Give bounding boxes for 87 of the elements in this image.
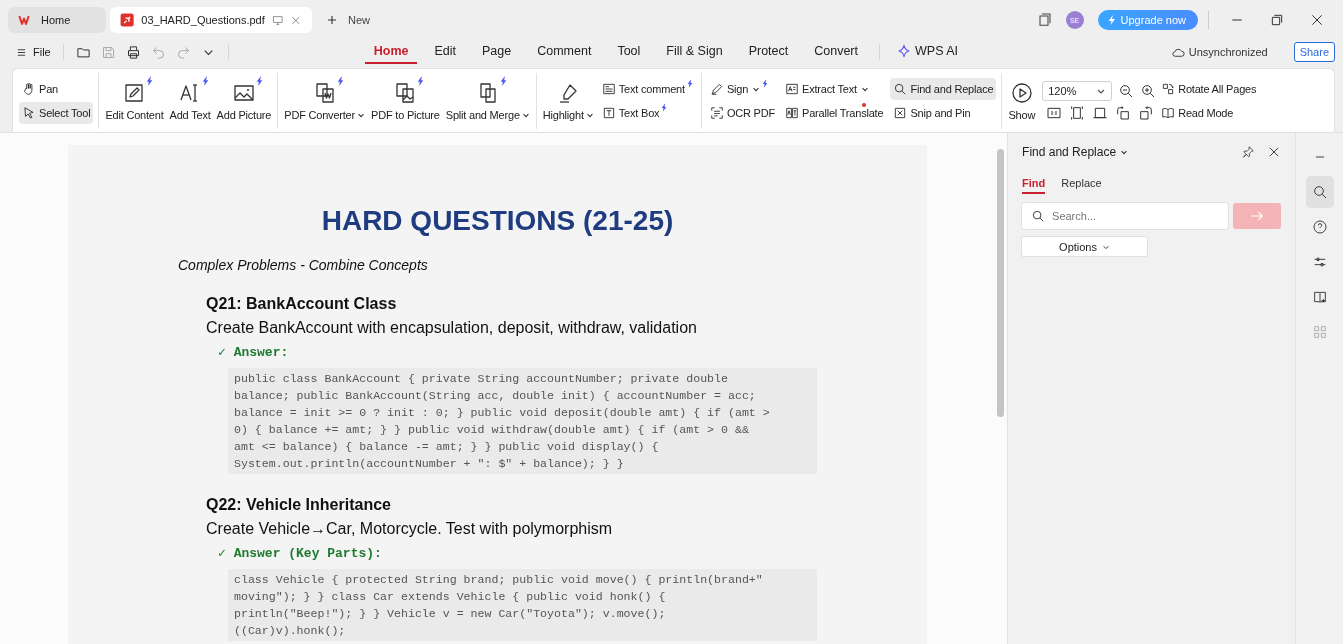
monitor-icon[interactable] xyxy=(271,13,284,27)
restore-icon[interactable] xyxy=(1269,12,1285,28)
ribbon-tab[interactable]: Fill & Sign xyxy=(657,40,732,64)
toolbar-button[interactable]: OCR PDF xyxy=(706,101,778,124)
ribbon-tab[interactable]: Protect xyxy=(739,40,798,64)
pin-icon[interactable] xyxy=(1241,145,1256,159)
ribbon-tab[interactable]: Home xyxy=(364,40,418,64)
panel-tab[interactable]: Find xyxy=(1022,177,1046,194)
toolbar-button[interactable]: PDF Converter xyxy=(281,72,368,129)
question-heading: Q22: Vehicle Inheritance xyxy=(206,496,392,514)
options-dropdown[interactable]: Options xyxy=(1022,237,1148,256)
cursor-icon xyxy=(22,105,36,120)
question-prompt: Create Vehicle→Car, Motorcycle. Test with polymorphism xyxy=(206,520,614,538)
window-tab[interactable]: Home xyxy=(8,7,106,33)
menu-icon xyxy=(16,46,27,58)
file-menu[interactable]: File xyxy=(12,44,55,60)
code-line: balance; public BankAccount(String acc, double init) { accountNumber = acc; xyxy=(234,388,757,404)
window-tab[interactable]: 03_HARD_Questions.pdf xyxy=(110,7,312,33)
ribbon-tab[interactable]: Convert xyxy=(805,40,867,64)
fit-page-icon[interactable] xyxy=(1069,104,1086,121)
answer-label: ✓ Answer: xyxy=(218,344,290,360)
zoom-in-icon[interactable] xyxy=(1140,82,1157,99)
search-field[interactable]: Search... xyxy=(1022,203,1229,229)
scan-icon xyxy=(709,105,724,120)
text-box-icon xyxy=(601,105,616,120)
pdf-file-icon xyxy=(120,12,135,28)
question-heading: Q21: BankAccount Class xyxy=(206,295,398,313)
panel-tab[interactable]: Replace xyxy=(1061,177,1102,194)
toolbar-button[interactable]: Split and Merge xyxy=(442,72,533,129)
book-icon xyxy=(1161,105,1176,120)
code-line: moving"); } } class Car extends Vehicle { public void honk() { xyxy=(234,589,667,605)
document-subtitle: Complex Problems - Combine Concepts xyxy=(178,257,429,273)
ribbon-tab[interactable]: Edit xyxy=(425,40,465,64)
toolbar-button[interactable]: Text Box xyxy=(598,101,696,124)
toolbar-button[interactable]: Rotate All Pages xyxy=(1158,77,1260,100)
toolbar-button[interactable]: Text comment xyxy=(598,77,696,100)
sync-status[interactable]: Unsynchronized xyxy=(1170,44,1268,60)
caret-icon xyxy=(1120,148,1129,156)
answer-label: ✓ Answer (Key Parts): xyxy=(218,545,383,561)
rotate-icon xyxy=(1161,81,1176,96)
code-line: ((Car)v).honk(); xyxy=(234,623,347,639)
toolbar-button[interactable]: Find and Replace xyxy=(890,77,997,100)
toolbar-button[interactable]: Highlight xyxy=(539,72,597,129)
toolbar-button[interactable]: Read Mode xyxy=(1158,101,1260,124)
toolbar-button[interactable]: Add Picture xyxy=(213,72,275,129)
toolbar-button[interactable]: Snip and Pin xyxy=(890,101,997,124)
print-icon[interactable] xyxy=(125,44,141,60)
search-icon xyxy=(893,81,908,96)
rotate-right-icon[interactable] xyxy=(1138,104,1155,121)
question-prompt: Create BankAccount with encapsulation, deposit, withdraw, validation xyxy=(206,319,698,337)
sparkle-icon xyxy=(897,43,911,58)
new-tab-button[interactable]: New xyxy=(322,10,374,30)
toolbar-button[interactable]: PDF to Picture xyxy=(368,72,443,129)
toolbar-button[interactable]: Show xyxy=(1005,72,1039,129)
code-line: public class BankAccount { private String accountNumber; private double xyxy=(234,371,729,387)
toolbar-button[interactable]: Select Tool xyxy=(19,101,94,124)
search-icon[interactable] xyxy=(1305,176,1334,208)
toolbar-button[interactable]: Edit Content xyxy=(102,72,167,129)
hand-icon xyxy=(22,81,36,96)
text-extract-icon xyxy=(785,81,799,96)
translate-icon xyxy=(785,105,799,120)
toolbar-button[interactable]: Add Text xyxy=(166,72,214,129)
code-line: class Vehicle { protected String brand; public void move() { println(brand+" xyxy=(234,572,764,588)
ribbon-tab[interactable]: Comment xyxy=(528,40,601,64)
ribbon-tab[interactable]: Page xyxy=(473,40,521,64)
toolbar-button[interactable]: Sign xyxy=(706,77,778,100)
share-button[interactable]: Share xyxy=(1293,42,1335,62)
zoom-out-icon[interactable] xyxy=(1118,82,1135,99)
toolbar-button[interactable]: Parallel Translate xyxy=(782,101,887,124)
code-line: amt <= balance) { balance -= amt; } } public void display() { xyxy=(234,439,660,455)
close-icon[interactable] xyxy=(1309,12,1325,28)
rotate-left-icon[interactable] xyxy=(1115,104,1132,121)
panel-title[interactable]: Find and Replace xyxy=(1022,145,1129,159)
pen-icon xyxy=(709,81,724,96)
code-line: 0) { balance += amt; } } public void withdraw(double amt) { if (amt > 0 && xyxy=(234,422,750,438)
ribbon-tab[interactable]: Tool xyxy=(608,40,650,64)
plus-icon xyxy=(326,14,338,26)
code-line: println("Beep!"); } } Vehicle v = new Car("Toyota"); v.move(); xyxy=(234,606,667,622)
ribbon-tab[interactable]: WPS AI xyxy=(888,40,968,64)
comment-icon xyxy=(601,81,616,96)
document-title: HARD QUESTIONS (21-25) xyxy=(320,205,675,237)
zoom-select[interactable]: 120% xyxy=(1042,80,1113,101)
code-line: balance = init >= 0 ? init : 0; } public void deposit(double amt) { if (amt > xyxy=(234,405,771,421)
toolbar-button[interactable]: Pan xyxy=(19,77,94,100)
code-line: System.out.println(accountNumber + ": $" + balance); } } xyxy=(234,456,625,472)
toolbar-button[interactable]: Extract Text xyxy=(782,77,887,100)
play-icon xyxy=(1009,80,1034,105)
